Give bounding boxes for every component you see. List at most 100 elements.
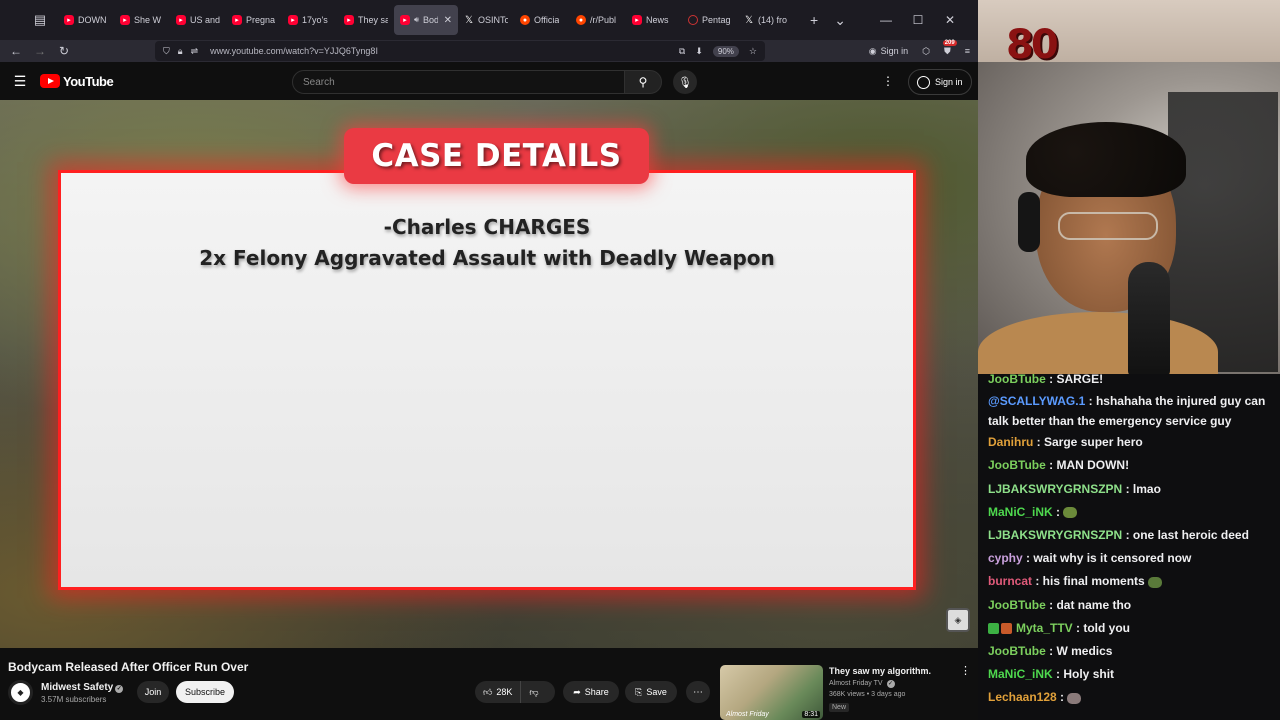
zoom-badge[interactable]: 90% (712, 45, 739, 57)
search-box[interactable] (292, 70, 626, 94)
save-playlist-icon: ⎘ (635, 686, 643, 697)
share-button[interactable]: ➦ Share (563, 681, 619, 703)
chat-username[interactable]: JooBTube (988, 644, 1046, 658)
chat-text: : dat name tho (1045, 597, 1132, 612)
browser-tab[interactable]: ● /r/Publ (570, 5, 626, 35)
channel-watermark-icon[interactable]: ◈ (946, 608, 970, 632)
chat-username[interactable]: MaNiC_iNK (988, 667, 1053, 681)
more-horizontal-icon: ⋯ (693, 686, 703, 698)
recommended-channel[interactable]: Almost Friday TV ✓ (829, 680, 895, 688)
browser-tab[interactable]: 𝕏 OSINTo (458, 5, 514, 35)
more-options-icon[interactable]: ⋮ (882, 74, 894, 88)
chat-username[interactable]: Lechaan128 (988, 690, 1057, 704)
chat-username[interactable]: Myta_TTV (1016, 621, 1073, 635)
minimize-icon[interactable]: — (870, 13, 902, 27)
url-text[interactable]: www.youtube.com/watch?v=YJJQ6Tyng8I (210, 46, 378, 56)
browser-tab[interactable]: ▸ DOWN (58, 5, 114, 35)
share-arrow-icon: ➦ (573, 686, 581, 697)
recommended-video-title[interactable]: They saw my algorithm. (829, 666, 931, 676)
close-window-icon[interactable]: ✕ (934, 13, 966, 27)
browser-tab[interactable]: 𝕏 (14) fro (738, 5, 794, 35)
save-button[interactable]: ⎘ Save (625, 681, 677, 703)
chat-text: : told you (1072, 620, 1131, 635)
speaker-icon[interactable]: 🔊︎ (414, 15, 419, 25)
back-icon[interactable]: ← (4, 44, 28, 58)
chat-username[interactable]: LJBAKSWRYGRNSZPN (988, 528, 1122, 542)
streamer-hair (1026, 122, 1186, 197)
search-icon: ⚲ (638, 75, 648, 89)
stream-overlay-banner: 80 (978, 0, 1280, 68)
close-tab-icon[interactable]: ✕ (444, 15, 452, 26)
browser-sign-in-label: Sign in (880, 46, 909, 56)
tab-title: Officia (534, 15, 560, 25)
channel-avatar[interactable]: ◆ (8, 680, 33, 705)
account-button[interactable]: ◉ Sign in (869, 46, 908, 57)
bookmark-star-icon[interactable]: ☆ (749, 46, 757, 57)
chat-username[interactable]: MaNiC_iNK (988, 505, 1053, 519)
ublock-extension-icon[interactable]: ⛊ 209 (942, 39, 957, 57)
recommended-menu-icon[interactable]: ⋮ (960, 664, 971, 677)
channel-name-link[interactable]: Midwest Safety ✓ (41, 682, 124, 693)
browser-tab[interactable]: ▸ She W (114, 5, 170, 35)
channel-name[interactable]: Midwest Safety (41, 682, 113, 693)
chevron-down-icon[interactable]: ⌄ (834, 12, 846, 29)
permissions-icon[interactable]: ⇌ (191, 46, 199, 57)
menu-icon[interactable]: ≡ (965, 46, 970, 56)
browser-tab[interactable]: ▸ News (626, 5, 682, 35)
youtube-icon: ▸ (288, 15, 298, 25)
download-page-icon[interactable]: ⬇ (695, 46, 703, 57)
url-bar[interactable]: ⛉ 🔒︎ ⇌ www.youtube.com/watch?v=YJJQ6Tyng… (155, 41, 765, 61)
browser-tab[interactable]: ● Officia (514, 5, 570, 35)
chat-username[interactable]: burncat (988, 574, 1032, 588)
browser-tab[interactable]: ▸ US and (170, 5, 226, 35)
tab-list-icon[interactable]: ▤ (22, 0, 58, 40)
tab-title: US and (190, 15, 220, 25)
shield-icon[interactable]: ⛉ (163, 46, 170, 57)
chat-username[interactable]: Danihru (988, 435, 1033, 449)
video-player[interactable]: -Charles CHARGES 2x Felony Aggravated As… (0, 100, 978, 648)
lock-icon[interactable]: 🔒︎ (178, 46, 183, 57)
maximize-icon[interactable]: ☐ (902, 13, 934, 27)
browser-tab[interactable]: ▸ 17yo's (282, 5, 338, 35)
join-button[interactable]: Join (137, 681, 169, 703)
search-input[interactable] (303, 76, 625, 88)
more-actions-button[interactable]: ⋯ (686, 681, 710, 703)
case-details-heading-box: CASE DETAILS (344, 128, 649, 184)
chat-username[interactable]: JooBTube (988, 458, 1046, 472)
youtube-logo[interactable]: YouTube (40, 74, 114, 89)
verified-check-icon: ✓ (886, 680, 895, 688)
youtube-sign-in-button[interactable]: Sign in (908, 69, 972, 95)
recommended-video-meta: 368K views • 3 days ago (829, 691, 906, 698)
chat-username[interactable]: JooBTube (988, 372, 1046, 386)
picture-in-picture-icon[interactable]: ⧉ (679, 46, 685, 57)
search-button[interactable]: ⚲ (624, 70, 662, 94)
chat-username[interactable]: LJBAKSWRYGRNSZPN (988, 482, 1122, 496)
reload-icon[interactable]: ↻ (52, 44, 76, 58)
chat-emote-icon (1148, 576, 1163, 588)
browser-tab[interactable]: ▸ They sa (338, 5, 394, 35)
microphone-stand (1128, 262, 1170, 374)
chat-badge-icon (1001, 623, 1012, 635)
like-button[interactable]: 👍︎ 28K (475, 681, 522, 703)
extensions-icon[interactable]: ⬡ (922, 46, 930, 57)
chat-username[interactable]: @SCALLYWAG.1 (988, 394, 1085, 408)
forward-icon[interactable]: → (28, 44, 52, 58)
browser-tab[interactable]: ▸ 🔊︎ Bod ✕ (394, 5, 458, 35)
window-controls: — ☐ ✕ (870, 0, 978, 40)
recommended-video-thumbnail[interactable]: Almost Friday 8:31 (720, 665, 823, 720)
chat-text: : lmao (1122, 481, 1161, 496)
chat-username[interactable]: JooBTube (988, 598, 1046, 612)
new-tab-icon[interactable]: + (810, 12, 818, 28)
browser-tab[interactable]: ▸ Pregna (226, 5, 282, 35)
subscribe-button[interactable]: Subscribe (176, 681, 234, 703)
voice-search-button[interactable]: 🎙︎ (673, 70, 697, 94)
dislike-button[interactable]: 👎︎ (521, 687, 546, 698)
chat-username[interactable]: cyphy (988, 551, 1023, 565)
reddit-icon: ● (520, 15, 530, 25)
hamburger-menu-icon[interactable]: ☰ (0, 73, 40, 90)
chat-text: : (1052, 504, 1064, 519)
browser-tab[interactable]: Pentag (682, 5, 738, 35)
chat-text: : (1056, 690, 1068, 705)
chat-message: JooBTube : W medics (988, 640, 1272, 663)
share-label: Share (584, 687, 609, 697)
